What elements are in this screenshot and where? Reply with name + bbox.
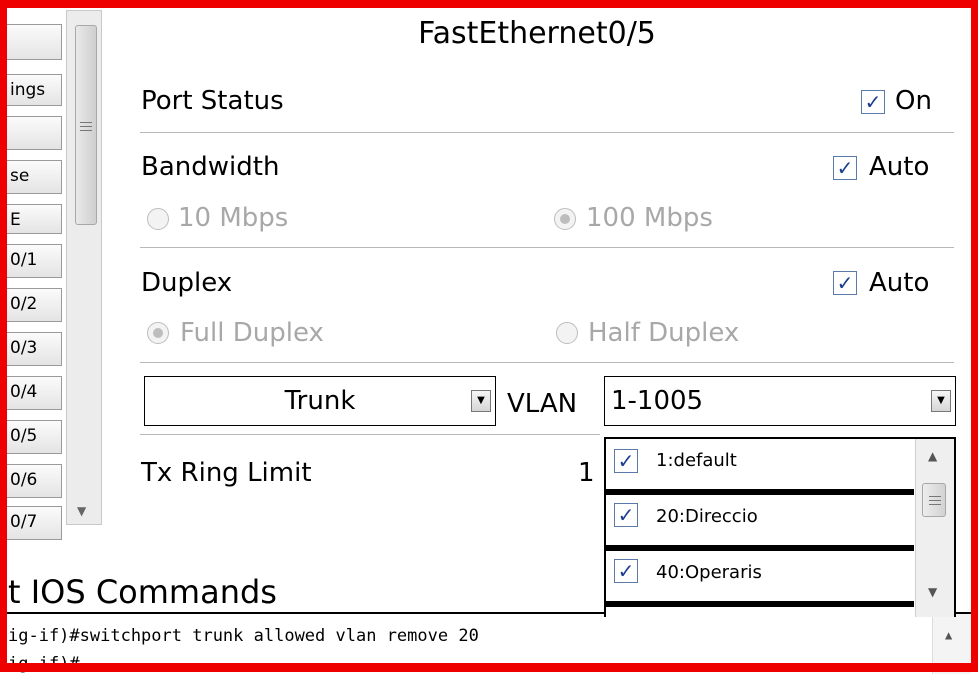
port-sidebar: ings se E 0/1 0/2 0/3 0/4 0/5 0/6 0/7 ▼ <box>0 0 112 560</box>
check-icon: ✓ <box>836 271 854 295</box>
sidebar-item-port-7[interactable]: 0/7 <box>0 506 62 540</box>
sidebar-button-2[interactable] <box>0 116 62 150</box>
check-icon: ✓ <box>617 449 635 473</box>
vlan-checkbox[interactable]: ✓ <box>614 559 638 583</box>
radio-10-mbps[interactable] <box>147 208 169 230</box>
sidebar-item-port-5[interactable]: 0/5 <box>0 420 62 454</box>
vlan-list-item[interactable] <box>606 601 914 617</box>
divider <box>140 434 600 435</box>
vlan-select-value: 1-1005 <box>611 386 704 416</box>
dropdown-arrow-icon[interactable]: ▼ <box>931 390 951 412</box>
radio-full-duplex[interactable] <box>147 322 169 344</box>
check-icon: ✓ <box>864 90 882 114</box>
tx-ring-limit-input[interactable]: 1 <box>578 458 595 488</box>
radio-100-mbps-label: 100 Mbps <box>586 203 713 233</box>
radio-full-duplex-label: Full Duplex <box>180 318 324 348</box>
vlan-list-item[interactable]: ✓ 40:Operaris <box>606 545 914 595</box>
vlan-list-scroll-thumb[interactable] <box>922 483 946 517</box>
port-status-checkbox[interactable]: ✓ <box>861 90 885 114</box>
console-scrollbar[interactable]: ▲ <box>932 614 971 674</box>
vlan-list-scrollbar[interactable]: ▲ ▼ <box>915 439 954 617</box>
divider <box>140 362 954 363</box>
duplex-auto-label: Auto <box>869 268 930 298</box>
sidebar-item-port-1[interactable]: 0/1 <box>0 244 62 278</box>
check-icon: ✓ <box>617 503 635 527</box>
vlan-label: VLAN <box>507 389 578 419</box>
sidebar-button-0[interactable] <box>0 24 62 60</box>
check-icon: ✓ <box>836 156 854 180</box>
vlan-item-label: 20:Direccio <box>656 506 758 527</box>
vlan-select[interactable]: 1-1005 ▼ <box>604 376 956 426</box>
radio-100-mbps[interactable] <box>554 208 576 230</box>
vlan-dropdown-list[interactable]: ✓ 1:default ✓ 20:Direccio ✓ 40:Operaris … <box>604 437 956 617</box>
ios-commands-heading: t IOS Commands <box>8 573 277 611</box>
sidebar-item-port-6[interactable]: 0/6 <box>0 464 62 498</box>
tx-ring-limit-label: Tx Ring Limit <box>141 458 312 488</box>
vlan-item-label: 40:Operaris <box>656 562 762 583</box>
vlan-checkbox[interactable]: ✓ <box>614 503 638 527</box>
duplex-label: Duplex <box>141 268 233 298</box>
page-title: FastEthernet0/5 <box>418 16 656 51</box>
port-status-label: Port Status <box>141 86 284 116</box>
duplex-auto-checkbox[interactable]: ✓ <box>833 271 857 295</box>
scroll-up-arrow-icon[interactable]: ▲ <box>928 449 937 463</box>
radio-10-mbps-label: 10 Mbps <box>178 203 289 233</box>
divider <box>140 132 954 133</box>
port-mode-value: Trunk <box>284 386 356 416</box>
scroll-down-arrow-icon[interactable]: ▼ <box>928 585 937 599</box>
sidebar-scrollbar[interactable]: ▼ <box>66 10 102 525</box>
scroll-up-arrow-icon[interactable]: ▲ <box>945 628 952 642</box>
sidebar-item-port-3[interactable]: 0/3 <box>0 332 62 366</box>
radio-half-duplex-label: Half Duplex <box>588 318 740 348</box>
console-line: ig-if)#switchport trunk allowed vlan rem… <box>8 626 479 646</box>
bandwidth-auto-checkbox[interactable]: ✓ <box>833 156 857 180</box>
sidebar-button-settings[interactable]: ings <box>0 74 62 106</box>
port-mode-select[interactable]: Trunk ▼ <box>144 376 496 426</box>
divider <box>140 247 954 248</box>
vlan-list-item[interactable]: ✓ 1:default <box>606 439 914 489</box>
sidebar-scroll-thumb[interactable] <box>75 25 97 225</box>
vlan-list-item[interactable]: ✓ 20:Direccio <box>606 489 914 539</box>
sidebar-item-port-4[interactable]: 0/4 <box>0 376 62 410</box>
vlan-item-label: 1:default <box>656 450 737 471</box>
sidebar-item-port-2[interactable]: 0/2 <box>0 288 62 322</box>
scroll-down-arrow-icon[interactable]: ▼ <box>77 504 86 518</box>
ios-console[interactable]: ig-if)#switchport trunk allowed vlan rem… <box>0 612 978 674</box>
bandwidth-label: Bandwidth <box>141 152 280 182</box>
vlan-checkbox[interactable]: ✓ <box>614 449 638 473</box>
bandwidth-auto-label: Auto <box>869 152 930 182</box>
sidebar-button-use[interactable]: se <box>0 160 62 194</box>
sidebar-item-e[interactable]: E <box>0 204 62 234</box>
dropdown-arrow-icon[interactable]: ▼ <box>471 390 491 412</box>
console-line: ig-if)# <box>8 654 80 674</box>
port-status-on-label: On <box>895 86 932 116</box>
radio-half-duplex[interactable] <box>556 322 578 344</box>
check-icon: ✓ <box>617 559 635 583</box>
